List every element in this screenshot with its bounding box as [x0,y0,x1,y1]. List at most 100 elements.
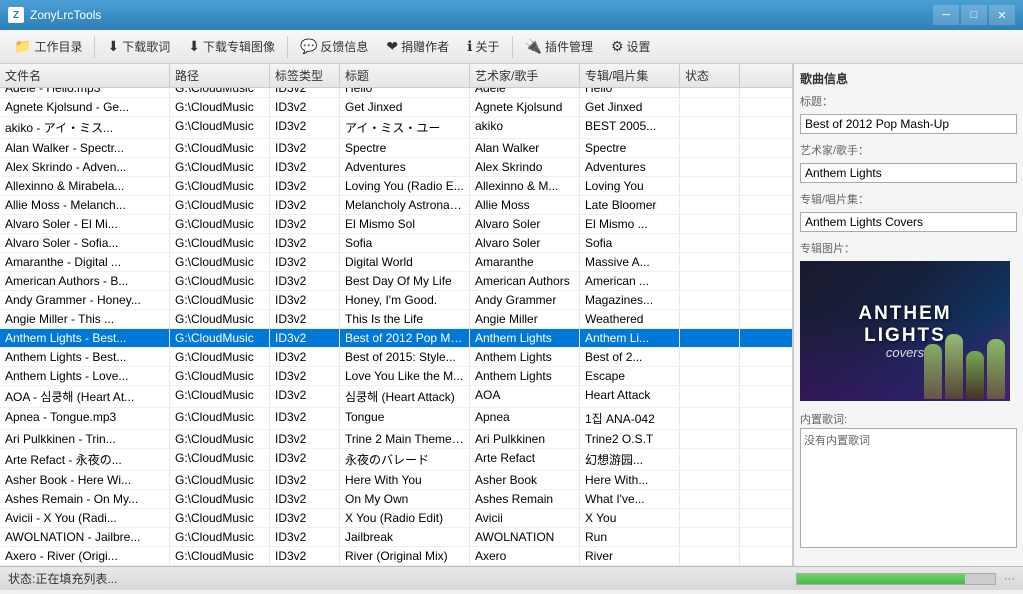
table-row[interactable]: Anthem Lights - Love...G:\CloudMusicID3v… [0,367,792,386]
cell-status [680,88,740,97]
table-row[interactable]: Alex Skrindo - Adven...G:\CloudMusicID3v… [0,158,792,177]
cell-album: Heart Attack [580,386,680,407]
cell-album: El Mismo ... [580,215,680,233]
cell-tagtype: ID3v2 [270,408,340,429]
table-row[interactable]: Angie Miller - This ...G:\CloudMusicID3v… [0,310,792,329]
cell-status [680,272,740,290]
about-button[interactable]: ℹ 关于 [459,34,507,59]
workdir-button[interactable]: 📁 工作目录 [6,34,90,59]
cell-album: Adventures [580,158,680,176]
cell-tagtype: ID3v2 [270,215,340,233]
settings-button[interactable]: ⚙ 设置 [603,34,659,59]
table-row[interactable]: Apnea - Tongue.mp3G:\CloudMusicID3v2Tong… [0,408,792,430]
plugins-icon: 🔌 [525,38,542,55]
cell-artist: Alvaro Soler [470,215,580,233]
table-row[interactable]: Alan Walker - Spectr...G:\CloudMusicID3v… [0,139,792,158]
cell-path: G:\CloudMusic [170,88,270,97]
minimize-button[interactable]: ─ [933,5,959,25]
close-button[interactable]: ✕ [989,5,1015,25]
plugins-button[interactable]: 🔌 插件管理 [517,34,601,59]
cell-tagtype: ID3v2 [270,329,340,347]
cell-artist: Anthem Lights [470,329,580,347]
cell-filename: Alan Walker - Spectr... [0,139,170,157]
album-art-line2: LIGHTS [858,325,951,347]
cell-path: G:\CloudMusic [170,386,270,407]
cell-album: BEST 2005... [580,117,680,138]
cell-title: Digital World [340,253,470,271]
cell-path: G:\CloudMusic [170,547,270,565]
cell-artist: Adele [470,88,580,97]
header-status: 状态 [680,64,740,87]
table-row[interactable]: Alvaro Soler - El Mi...G:\CloudMusicID3v… [0,215,792,234]
lyrics-section: 内置歌词: 没有内置歌词 [800,411,1017,551]
cell-tagtype: ID3v2 [270,367,340,385]
album-art-inner: ANTHEM LIGHTS covers [800,261,1010,401]
cell-status [680,98,740,116]
cell-artist: Allie Moss [470,196,580,214]
table-row[interactable]: akiko - アイ・ミス...G:\CloudMusicID3v2アイ・ミス・… [0,117,792,139]
cell-path: G:\CloudMusic [170,310,270,328]
table-row[interactable]: Axero - River (Origi...G:\CloudMusicID3v… [0,547,792,566]
cell-status [680,177,740,195]
table-row[interactable]: Anthem Lights - Best...G:\CloudMusicID3v… [0,348,792,367]
table-row[interactable]: American Authors - B...G:\CloudMusicID3v… [0,272,792,291]
album-input[interactable] [800,212,1017,232]
table-row[interactable]: Andy Grammer - Honey...G:\CloudMusicID3v… [0,291,792,310]
cell-album: River [580,547,680,565]
cell-status [680,367,740,385]
table-row[interactable]: Agnete Kjolsund - Ge...G:\CloudMusicID3v… [0,98,792,117]
cell-tagtype: ID3v2 [270,547,340,565]
cell-title: River (Original Mix) [340,547,470,565]
about-icon: ℹ [467,38,472,55]
table-row[interactable]: Allie Moss - Melanch...G:\CloudMusicID3v… [0,196,792,215]
cell-album: American ... [580,272,680,290]
cell-title: Here With You [340,471,470,489]
cell-path: G:\CloudMusic [170,449,270,470]
table-row[interactable]: Asher Book - Here Wi...G:\CloudMusicID3v… [0,471,792,490]
cell-album: Run [580,528,680,546]
table-row[interactable]: Amaranthe - Digital ...G:\CloudMusicID3v… [0,253,792,272]
folder-icon: 📁 [14,38,31,55]
cell-album: Massive A... [580,253,680,271]
lyrics-box[interactable]: 没有内置歌词 [800,428,1017,548]
table-row[interactable]: Ari Pulkkinen - Trin...G:\CloudMusicID3v… [0,430,792,449]
cell-filename: Anthem Lights - Best... [0,348,170,366]
download-album-button[interactable]: ⬇ 下载专辑图像 [180,34,283,59]
table-row[interactable]: AOA - 심쿵해 (Heart At...G:\CloudMusicID3v2… [0,386,792,408]
plugins-label: 插件管理 [545,38,593,55]
app-title: ZonyLrcTools [30,8,933,22]
cell-artist: Amaranthe [470,253,580,271]
cell-album: Late Bloomer [580,196,680,214]
title-input[interactable] [800,114,1017,134]
cell-tagtype: ID3v2 [270,471,340,489]
toolbar-sep-1 [94,36,95,58]
feedback-button[interactable]: 💬 反馈信息 [292,34,376,59]
table-row[interactable]: Anthem Lights - Best...G:\CloudMusicID3v… [0,329,792,348]
table-row[interactable]: Arte Refact - 永夜の...G:\CloudMusicID3v2永夜… [0,449,792,471]
table-row[interactable]: Allexinno & Mirabela...G:\CloudMusicID3v… [0,177,792,196]
table-row[interactable]: Alvaro Soler - Sofia...G:\CloudMusicID3v… [0,234,792,253]
table-row[interactable]: Avicii - X You (Radi...G:\CloudMusicID3v… [0,509,792,528]
cell-title: 심쿵해 (Heart Attack) [340,386,470,407]
download-lyrics-button[interactable]: ⬇ 下载歌词 [99,34,178,59]
cell-album: Spectre [580,139,680,157]
table-row[interactable]: Ashes Remain - On My...G:\CloudMusicID3v… [0,490,792,509]
album-art-line1: ANTHEM [858,303,951,325]
toolbar-sep-2 [287,36,288,58]
cell-tagtype: ID3v2 [270,117,340,138]
cell-path: G:\CloudMusic [170,253,270,271]
cell-filename: Adele - Hello.mp3 [0,88,170,97]
cell-album: X You [580,509,680,527]
cell-path: G:\CloudMusic [170,329,270,347]
table-row[interactable]: Adele - Hello.mp3G:\CloudMusicID3v2Hello… [0,88,792,98]
cell-tagtype: ID3v2 [270,88,340,97]
donate-button[interactable]: ❤ 捐赠作者 [378,34,457,59]
artist-input[interactable] [800,163,1017,183]
table-body[interactable]: 911 - I Do.mp3G:\CloudMusicID3v2I Do911I… [0,88,792,566]
cell-filename: Axero - River (Origi... [0,547,170,565]
feedback-icon: 💬 [300,38,317,55]
right-panel: 歌曲信息 标题： 艺术家/歌手： 专辑/唱片集： 专辑图片： AN [793,64,1023,566]
lyrics-label: 内置歌词: [800,411,1017,427]
table-row[interactable]: AWOLNATION - Jailbre...G:\CloudMusicID3v… [0,528,792,547]
maximize-button[interactable]: □ [961,5,987,25]
